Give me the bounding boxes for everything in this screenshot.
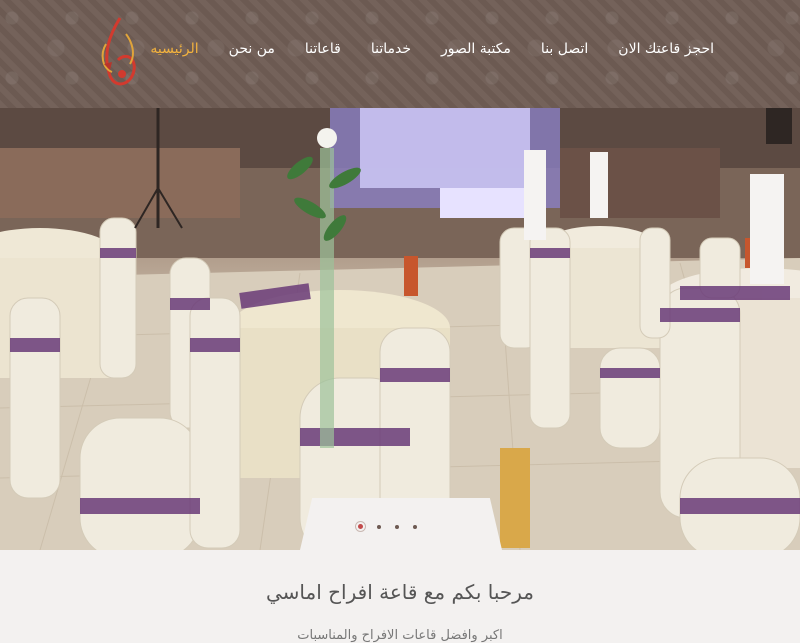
main-nav: الرئيسيه من نحن قاعاتنا خدماتنا مكتبة ال… bbox=[150, 41, 714, 57]
slider-dots bbox=[358, 524, 417, 529]
banquet-hall-photo bbox=[0, 108, 800, 550]
slider-dot-4[interactable] bbox=[413, 524, 417, 529]
nav-item-about[interactable]: من نحن bbox=[229, 41, 275, 57]
logo[interactable] bbox=[92, 14, 144, 94]
hero-slider-image bbox=[0, 108, 800, 550]
slider-dot-2[interactable] bbox=[377, 524, 381, 529]
welcome-title: مرحبا بكم مع قاعة افراح اماسي bbox=[265, 580, 535, 604]
nav-item-gallery[interactable]: مكتبة الصور bbox=[441, 41, 511, 57]
nav-item-halls[interactable]: قاعاتنا bbox=[305, 41, 341, 57]
nav-item-contact[interactable]: اتصل بنا bbox=[541, 41, 588, 57]
welcome-subtitle: اكبر وافضل قاعات الافراح والمناسبات bbox=[297, 628, 503, 643]
logo-emblem-icon bbox=[101, 17, 136, 86]
slider-dot-1[interactable] bbox=[358, 524, 363, 529]
slider-dot-3[interactable] bbox=[395, 524, 399, 529]
nav-item-home[interactable]: الرئيسيه bbox=[150, 41, 198, 57]
nav-item-services[interactable]: خدماتنا bbox=[371, 41, 411, 57]
site-header: الرئيسيه من نحن قاعاتنا خدماتنا مكتبة ال… bbox=[0, 0, 800, 108]
nav-item-book-hall[interactable]: احجز قاعتك الان bbox=[618, 41, 714, 57]
